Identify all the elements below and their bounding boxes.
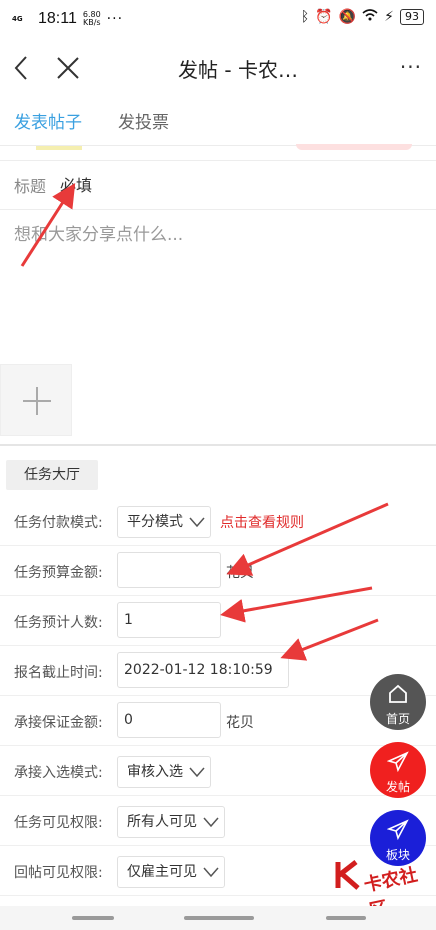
nav-bar: 发帖 - 卡农… ··· <box>0 40 436 96</box>
payment-mode-select[interactable]: 平分模式 <box>117 506 211 538</box>
select-mode-select[interactable]: 审核入选 <box>117 756 211 788</box>
title-row: 标题 <box>0 160 436 210</box>
budget-input[interactable] <box>117 552 221 588</box>
section-divider <box>0 444 436 446</box>
task-hall-button[interactable]: 任务大厅 <box>6 460 98 490</box>
budget-label: 任务预算金额: <box>14 565 103 581</box>
headcount-input[interactable] <box>117 602 221 638</box>
battery-icon: 93 <box>400 9 424 25</box>
budget-row: 任务预算金额: 花贝 <box>0 546 436 596</box>
plus-icon <box>23 387 51 415</box>
back-icon[interactable] <box>8 52 36 84</box>
reply-visibility-select[interactable]: 仅雇主可见 <box>117 856 225 888</box>
payment-mode-value: 平分模式 <box>127 514 183 530</box>
home-icon <box>389 684 407 703</box>
deposit-input[interactable] <box>117 702 221 738</box>
deadline-row: 报名截止时间: <box>0 646 436 696</box>
scrolled-element-left <box>36 146 82 150</box>
back-gesture-icon[interactable] <box>326 916 366 920</box>
menu-gesture-icon[interactable] <box>72 916 114 920</box>
budget-unit: 花贝 <box>226 565 254 581</box>
charging-icon: ⚡ <box>384 9 394 25</box>
post-fab-label: 发帖 <box>385 780 410 794</box>
content-textarea[interactable] <box>14 220 422 340</box>
payment-mode-label: 任务付款模式: <box>14 515 103 531</box>
deposit-label: 承接保证金额: <box>14 715 103 731</box>
post-fab-button[interactable]: 发帖 <box>370 742 426 798</box>
status-more-dots: ··· <box>106 11 124 27</box>
deadline-label: 报名截止时间: <box>14 665 103 681</box>
status-time: 18:11 <box>38 10 77 27</box>
select-mode-label: 承接入选模式: <box>14 765 103 781</box>
watermark-logo: 卡农社区 <box>332 848 436 922</box>
visibility-value: 所有人可见 <box>127 814 197 830</box>
view-rules-link[interactable]: 点击查看规则 <box>220 512 304 532</box>
reply-visibility-value: 仅雇主可见 <box>127 864 197 880</box>
network-speed: 6.80 KB/s <box>83 11 101 27</box>
home-gesture-icon[interactable] <box>184 916 254 920</box>
close-icon[interactable] <box>54 52 82 84</box>
alarm-icon: ⏰ <box>315 9 333 25</box>
title-input[interactable] <box>60 171 400 199</box>
gesture-nav-bar <box>0 906 436 930</box>
more-options-icon[interactable]: ··· <box>400 55 422 79</box>
add-image-button[interactable] <box>0 364 72 436</box>
payment-mode-row: 任务付款模式: 平分模式 点击查看规则 <box>0 496 436 546</box>
tab-vote[interactable]: 发投票 <box>118 108 169 133</box>
chevron-down-icon <box>203 867 219 878</box>
reply-visibility-label: 回帖可见权限: <box>14 865 103 881</box>
home-fab-button[interactable]: 首页 <box>370 674 426 730</box>
paper-plane-icon <box>387 751 409 773</box>
tab-post[interactable]: 发表帖子 <box>14 108 82 133</box>
select-mode-value: 审核入选 <box>127 764 183 780</box>
chevron-down-icon <box>189 767 205 778</box>
visibility-label: 任务可见权限: <box>14 815 103 831</box>
mute-icon: 🔕 <box>338 9 357 25</box>
tab-bar: 发表帖子 发投票 <box>0 96 436 146</box>
status-bar: 4G 18:11 6.80 KB/s ··· ᛒ ⏰ 🔕 ⚡ 93 <box>0 0 436 40</box>
home-fab-label: 首页 <box>385 712 410 726</box>
visibility-select[interactable]: 所有人可见 <box>117 806 225 838</box>
network-speed-unit: KB/s <box>82 18 101 27</box>
status-right: ᛒ ⏰ 🔕 ⚡ 93 <box>301 9 424 25</box>
bluetooth-icon: ᛒ <box>300 9 310 25</box>
watermark-k-icon <box>335 860 360 890</box>
headcount-label: 任务预计人数: <box>14 615 103 631</box>
chevron-down-icon <box>189 517 205 528</box>
chevron-down-icon <box>203 817 219 828</box>
title-label: 标题 <box>14 177 47 196</box>
deadline-input[interactable] <box>117 652 289 688</box>
signal-icon: 4G <box>12 14 23 23</box>
page-title: 发帖 - 卡农… <box>178 58 298 82</box>
deposit-unit: 花贝 <box>226 715 254 731</box>
paper-plane-icon <box>387 819 409 841</box>
headcount-row: 任务预计人数: <box>0 596 436 646</box>
wifi-icon <box>362 9 378 25</box>
status-left: 4G 18:11 6.80 KB/s ··· <box>12 10 123 28</box>
scrolled-element-right <box>296 144 412 150</box>
